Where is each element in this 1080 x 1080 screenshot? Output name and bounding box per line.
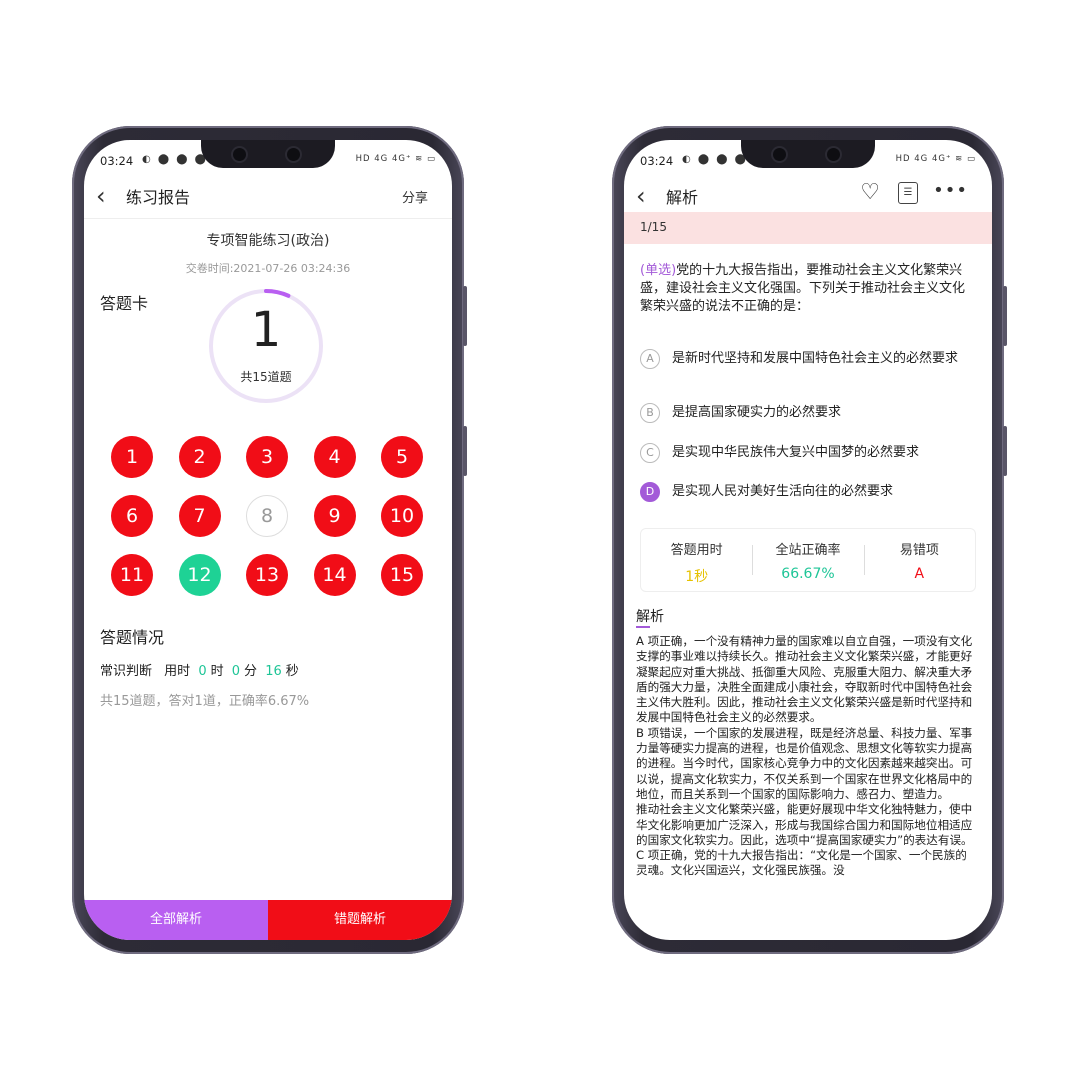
back-arrow-icon[interactable]: ‹	[96, 182, 106, 210]
question-number-button[interactable]: 12	[178, 554, 221, 596]
power-button	[1003, 426, 1007, 476]
question-number-button[interactable]: 5	[381, 436, 423, 478]
question-number-button[interactable]: 6	[111, 495, 153, 537]
option-text: 是实现人民对美好生活向往的必然要求	[672, 484, 894, 499]
question-number-button[interactable]: 2	[178, 436, 221, 478]
volume-button	[1003, 286, 1007, 346]
left-phone-frame: 03:24 ◐ ⬤ ⬤ ⬤ ♪ ⬛ HD 4G 4G⁺ ≋ ▭ ‹ 练习报告 分…	[72, 126, 467, 954]
correct-count: 1	[250, 302, 282, 358]
seconds-value: 16	[265, 664, 282, 679]
question-number-button[interactable]: 10	[381, 495, 423, 537]
camera-icon	[827, 148, 840, 161]
site-accuracy-label: 全站正确率	[775, 543, 841, 558]
submit-time: 交卷时间:2021-07-26 03:24:36	[185, 262, 351, 275]
option-text: 是实现中华民族伟大复兴中国梦的必然要求	[672, 445, 920, 460]
camera-icon	[233, 148, 246, 161]
hours-value: 0	[198, 664, 207, 679]
option-letter-badge: C	[640, 443, 660, 463]
hours-unit: 时	[210, 664, 224, 679]
question-number-button[interactable]: 14	[313, 554, 356, 596]
question-stem: (单选)党的十九大报告指出，要推动社会主义文化繁荣兴盛，建设社会主义文化强国。下…	[640, 262, 976, 316]
analysis-title: 解析	[636, 606, 664, 628]
time-used-line: 常识判断 用时 0时 0分 16 秒	[100, 660, 299, 679]
category-label: 常识判断	[100, 664, 153, 679]
page-title: 解析	[666, 188, 699, 207]
question-progress: 1/15	[640, 220, 667, 234]
option-text: 是新时代坚持和发展中国特色社会主义的必然要求	[672, 351, 959, 366]
header-bar: ‹ 练习报告 分享	[84, 176, 452, 218]
all-analysis-button[interactable]: 全部解析	[84, 900, 268, 940]
question-number-button[interactable]: 4	[313, 436, 356, 478]
seconds-unit: 秒	[285, 664, 299, 679]
time-used-value: 1秒	[685, 569, 709, 585]
answer-stats-box: 答题用时 1秒 全站正确率 66.67% 易错项 A	[640, 528, 976, 592]
option-letter-badge: D	[640, 482, 660, 502]
status-time: 03:24	[100, 154, 134, 168]
camera-icon	[287, 148, 300, 161]
camera-notch	[201, 140, 335, 168]
question-number-button[interactable]: 3	[246, 436, 288, 478]
camera-notch	[741, 140, 875, 168]
question-grid: 1 2 3 4 5 6 7 8 9 10 11 12 13 14 15	[111, 436, 427, 596]
share-button[interactable]: 分享	[402, 187, 428, 206]
status-time: 03:24	[640, 154, 674, 168]
question-number-button[interactable]: 1	[111, 436, 153, 478]
question-number-button[interactable]: 13	[246, 554, 288, 596]
question-number-button[interactable]: 8	[246, 495, 288, 537]
option-b[interactable]: B 是提高国家硬实力的必然要求	[640, 403, 976, 423]
question-text: 党的十九大报告指出，要推动社会主义文化繁荣兴盛，建设社会主义文化强国。下列关于推…	[640, 263, 966, 314]
question-number-button[interactable]: 9	[313, 495, 356, 537]
header-divider	[84, 218, 452, 219]
site-accuracy-value: 66.67%	[781, 566, 835, 582]
camera-icon	[773, 148, 786, 161]
more-menu-icon[interactable]: •••	[933, 180, 968, 201]
time-used-stat: 答题用时 1秒	[641, 529, 752, 591]
option-text: 是提高国家硬实力的必然要求	[672, 405, 842, 420]
option-a[interactable]: A 是新时代坚持和发展中国特色社会主义的必然要求	[640, 349, 976, 369]
answer-card-label: 答题卡	[100, 294, 149, 313]
option-c[interactable]: C 是实现中华民族伟大复兴中国梦的必然要求	[640, 443, 976, 463]
minutes-unit: 分	[244, 664, 258, 679]
error-prone-label: 易错项	[899, 543, 939, 558]
minutes-value: 0	[231, 664, 241, 679]
signal-battery-icons: HD 4G 4G⁺ ≋ ▭	[895, 154, 976, 164]
signal-battery-icons: HD 4G 4G⁺ ≋ ▭	[355, 154, 436, 164]
left-screen: 03:24 ◐ ⬤ ⬤ ⬤ ♪ ⬛ HD 4G 4G⁺ ≋ ▭ ‹ 练习报告 分…	[84, 140, 452, 940]
volume-button	[463, 286, 467, 346]
question-number-button[interactable]: 15	[381, 554, 423, 596]
error-prone-value: A	[914, 566, 925, 582]
power-button	[463, 426, 467, 476]
question-number-button[interactable]: 11	[111, 554, 153, 596]
time-used-label: 答题用时	[670, 543, 723, 558]
option-d[interactable]: D 是实现人民对美好生活向往的必然要求	[640, 482, 976, 502]
page-title: 练习报告	[126, 188, 191, 207]
exam-title: 专项智能练习(政治)	[206, 233, 330, 249]
option-letter-badge: B	[640, 403, 660, 423]
answer-sheet-list-icon[interactable]: ☰	[898, 182, 918, 204]
question-type-tag: (单选)	[640, 263, 677, 278]
result-summary: 共15道题，答对1道，正确率6.67%	[100, 694, 310, 709]
bottom-action-bar: 全部解析 错题解析	[84, 900, 452, 940]
site-accuracy-stat: 全站正确率 66.67%	[752, 529, 863, 591]
option-letter-badge: A	[640, 349, 660, 369]
used-label: 用时	[164, 664, 191, 679]
answer-situation-title: 答题情况	[100, 628, 165, 647]
error-prone-stat: 易错项 A	[863, 529, 975, 591]
back-arrow-icon[interactable]: ‹	[636, 182, 646, 210]
favorite-heart-icon[interactable]: ♡	[860, 180, 880, 205]
analysis-text: A 项正确，一个没有精神力量的国家难以自立自强，一项没有文化支撑的事业难以持续长…	[636, 634, 973, 878]
question-progress-bar: 1/15	[624, 212, 992, 244]
right-phone-frame: 03:24 ◐ ⬤ ⬤ ⬤ ♪ ⬛ HD 4G 4G⁺ ≋ ▭ ‹ 解析 ♡ ☰…	[612, 126, 1007, 954]
total-questions-label: 共15道题	[240, 370, 292, 384]
right-screen: 03:24 ◐ ⬤ ⬤ ⬤ ♪ ⬛ HD 4G 4G⁺ ≋ ▭ ‹ 解析 ♡ ☰…	[624, 140, 992, 940]
question-number-button[interactable]: 7	[178, 495, 221, 537]
wrong-analysis-button[interactable]: 错题解析	[268, 900, 452, 940]
